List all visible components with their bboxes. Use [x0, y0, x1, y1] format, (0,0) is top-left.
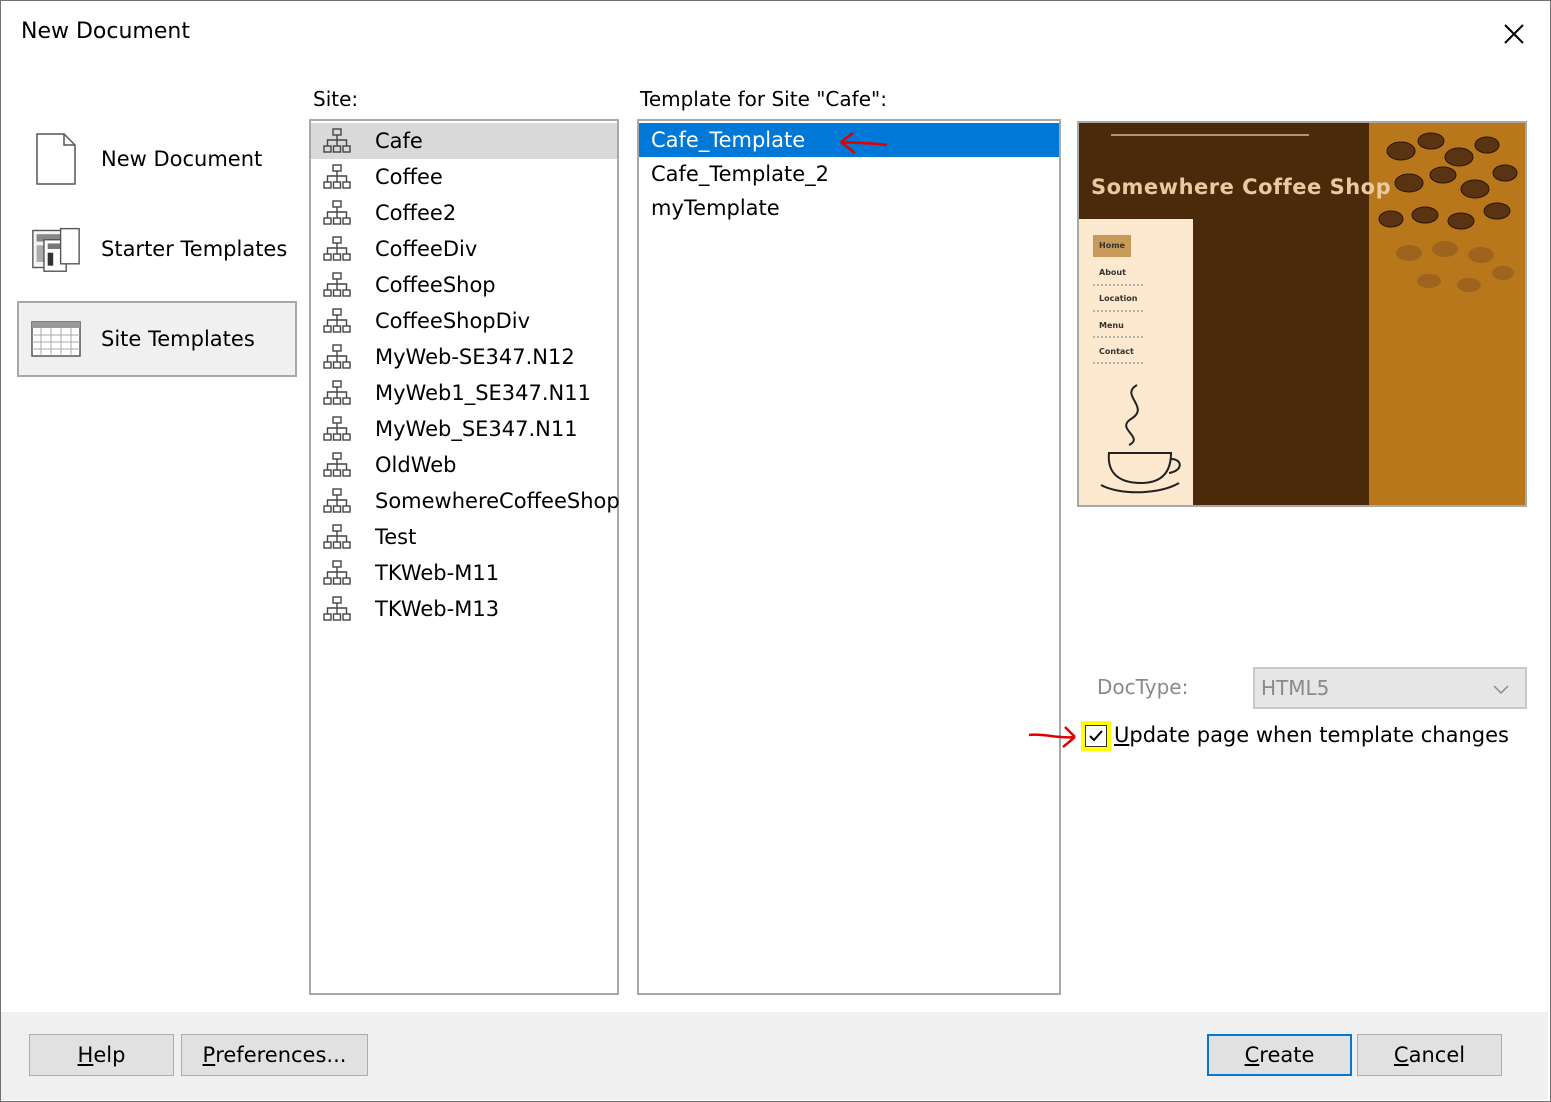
preview-nav-item: Home [1099, 241, 1125, 250]
new-document-dialog: New Document New Document Starter Templa… [0, 0, 1551, 1102]
update-page-checkbox[interactable] [1081, 721, 1111, 751]
site-tree-icon [323, 236, 351, 262]
dialog-title: New Document [21, 19, 190, 44]
site-tree-icon [323, 560, 351, 586]
checkmark-icon [1089, 730, 1103, 742]
site-list-item[interactable]: TKWeb-M13 [311, 591, 617, 627]
doctype-select[interactable]: HTML5 [1253, 667, 1527, 709]
category-starter-templates[interactable]: Starter Templates [17, 211, 297, 287]
preview-heading: Somewhere Coffee Shop [1091, 175, 1392, 199]
site-templates-icon [31, 312, 81, 366]
site-list-item[interactable]: MyWeb1_SE347.N11 [311, 375, 617, 411]
site-tree-icon [323, 308, 351, 334]
site-list-item-label: CoffeeShopDiv [375, 309, 531, 333]
site-tree-icon [323, 416, 351, 442]
site-list-item-label: MyWeb_SE347.N11 [375, 417, 578, 441]
site-list-item-label: MyWeb-SE347.N12 [375, 345, 575, 369]
doctype-value: HTML5 [1261, 676, 1330, 700]
chevron-down-icon [1491, 679, 1511, 704]
site-tree-icon [323, 272, 351, 298]
site-list-item-label: OldWeb [375, 453, 457, 477]
preview-nav-item: Location [1099, 294, 1138, 303]
blank-document-icon [31, 132, 81, 186]
site-list-item[interactable]: MyWeb-SE347.N12 [311, 339, 617, 375]
site-list-item-label: CoffeeDiv [375, 237, 478, 261]
site-tree-icon [323, 596, 351, 622]
site-list-item[interactable]: OldWeb [311, 447, 617, 483]
preview-nav-item: Contact [1099, 347, 1134, 356]
site-list-item[interactable]: CoffeeDiv [311, 231, 617, 267]
site-list-item[interactable]: MyWeb_SE347.N11 [311, 411, 617, 447]
site-tree-icon [323, 380, 351, 406]
template-list[interactable]: Cafe_Template Cafe_Template_2 myTemplate [637, 119, 1061, 995]
template-list-label: Template for Site "Cafe": [640, 87, 887, 111]
site-list-item[interactable]: CoffeeShopDiv [311, 303, 617, 339]
update-page-label[interactable]: Update page when template changes [1114, 723, 1509, 747]
site-list-item[interactable]: Test [311, 519, 617, 555]
annotation-arrow-icon [840, 132, 888, 154]
site-list-item-label: Test [375, 525, 417, 549]
site-tree-icon [323, 452, 351, 478]
site-list-label: Site: [313, 87, 359, 111]
create-button[interactable]: Create [1207, 1034, 1352, 1076]
site-list-item-label: Coffee [375, 165, 443, 189]
preferences-button[interactable]: Preferences... [181, 1034, 368, 1076]
cancel-button[interactable]: Cancel [1357, 1034, 1502, 1076]
site-list-item-label: MyWeb1_SE347.N11 [375, 381, 591, 405]
dialog-footer: Help Preferences... Create Cancel [1, 1012, 1548, 1100]
site-list-item-label: Coffee2 [375, 201, 457, 225]
site-list-item[interactable]: TKWeb-M11 [311, 555, 617, 591]
help-button[interactable]: Help [29, 1034, 174, 1076]
site-list-item[interactable]: SomewhereCoffeeShop [311, 483, 620, 519]
site-tree-icon [323, 524, 351, 550]
preview-nav-item: About [1099, 267, 1126, 277]
site-list-item-label: TKWeb-M13 [375, 597, 500, 621]
site-list-item-label: Cafe [375, 129, 423, 153]
close-icon[interactable] [1497, 17, 1531, 51]
template-list-item[interactable]: Cafe_Template_2 [639, 157, 1059, 191]
site-list-item-label: TKWeb-M11 [375, 561, 500, 585]
site-list-item[interactable]: Coffee2 [311, 195, 617, 231]
starter-templates-icon [31, 222, 81, 276]
site-list[interactable]: Cafe Coffee Coffee2 CoffeeDiv CoffeeShop Coff… [309, 119, 620, 995]
category-label: Starter Templates [101, 237, 288, 261]
site-list-item-label: CoffeeShop [375, 273, 496, 297]
site-tree-icon [323, 164, 351, 190]
category-label: New Document [101, 147, 263, 171]
site-list-item-label: SomewhereCoffeeShop [375, 489, 620, 513]
site-list-item[interactable]: CoffeeShop [311, 267, 617, 303]
template-list-item[interactable]: myTemplate [639, 191, 1059, 225]
category-site-templates[interactable]: Site Templates [17, 301, 297, 377]
site-tree-icon [323, 128, 351, 154]
annotation-arrow-icon [1028, 726, 1076, 748]
template-preview: Somewhere Coffee Shop Home About Location M… [1077, 121, 1527, 507]
preview-nav-item: Menu [1099, 320, 1124, 330]
site-list-item[interactable]: Cafe [311, 123, 617, 159]
category-label: Site Templates [101, 327, 255, 351]
site-tree-icon [323, 344, 351, 370]
site-list-item[interactable]: Coffee [311, 159, 617, 195]
site-tree-icon [323, 200, 351, 226]
category-new-document[interactable]: New Document [17, 121, 297, 197]
site-tree-icon [323, 488, 351, 514]
doctype-label: DocType: [1097, 675, 1189, 699]
